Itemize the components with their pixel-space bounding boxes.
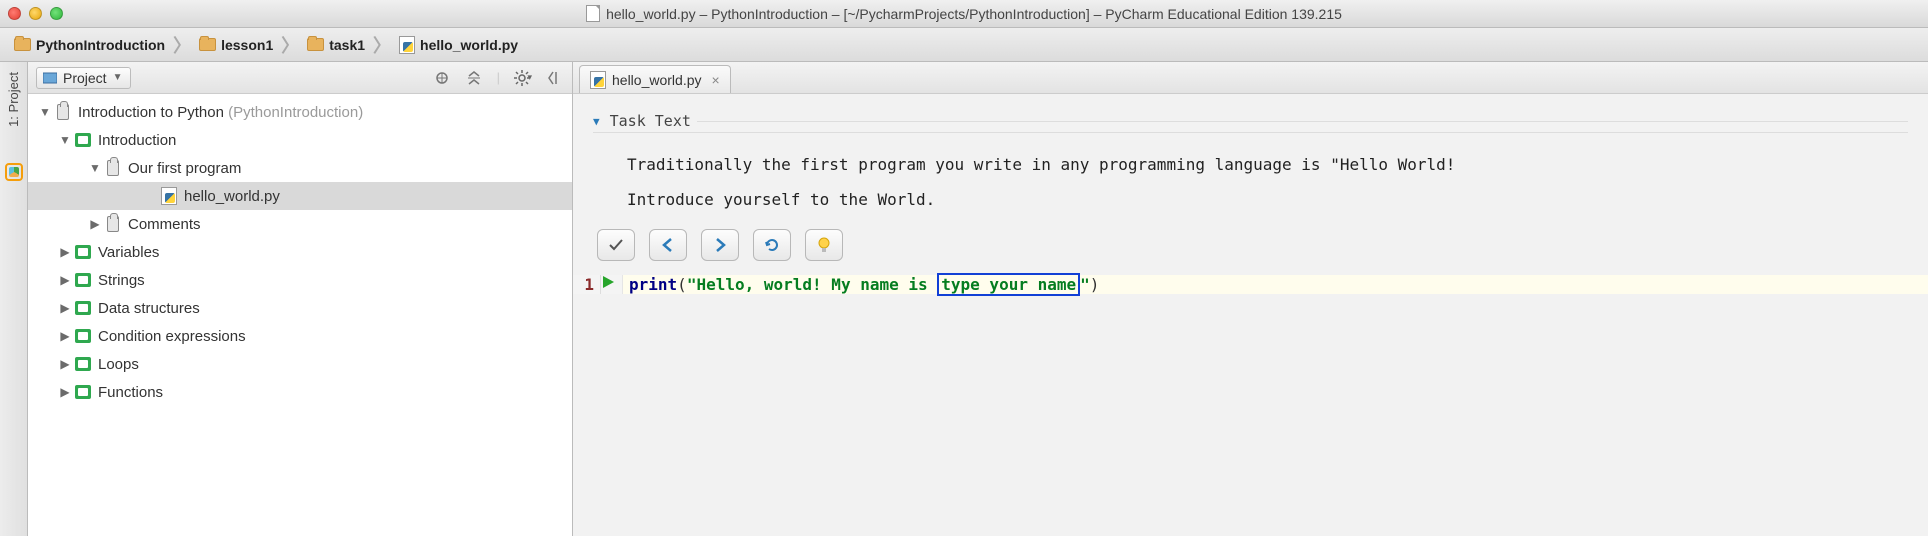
scroll-from-source-button[interactable] xyxy=(433,69,451,87)
run-gutter[interactable] xyxy=(601,275,623,294)
collapse-all-button[interactable] xyxy=(465,69,483,87)
hide-panel-button[interactable] xyxy=(546,69,564,87)
clipboard-icon xyxy=(57,104,69,120)
arrow-right-icon xyxy=(711,236,729,254)
code-editor[interactable]: 1 print("Hello, world! My name is type y… xyxy=(573,275,1928,294)
settings-button[interactable]: ▾ xyxy=(514,69,532,87)
close-window-button[interactable] xyxy=(8,7,21,20)
tree-node-strings[interactable]: ▶ Strings xyxy=(28,266,572,294)
project-panel-toolbar: Project ▼ | ▾ xyxy=(28,62,572,94)
tree-node-comments[interactable]: ▶ Comments xyxy=(28,210,572,238)
task-description: Traditionally the first program you writ… xyxy=(593,147,1908,217)
previous-task-button[interactable] xyxy=(649,229,687,261)
tree-node-data-structures[interactable]: ▶ Data structures xyxy=(28,294,572,322)
zoom-window-button[interactable] xyxy=(50,7,63,20)
folder-icon xyxy=(14,38,31,51)
code-line[interactable]: print("Hello, world! My name is type you… xyxy=(623,275,1928,294)
lesson-icon xyxy=(75,133,91,147)
chevron-right-icon: 〉 xyxy=(281,32,299,58)
tree-node-functions[interactable]: ▶ Functions xyxy=(28,378,572,406)
clipboard-icon xyxy=(107,216,119,232)
breadcrumb-item-lesson[interactable]: lesson1 xyxy=(195,37,277,53)
expand-arrow-icon[interactable]: ▼ xyxy=(38,105,52,119)
project-tool-window-tab[interactable]: 1: Project xyxy=(4,66,23,133)
hint-button[interactable] xyxy=(805,229,843,261)
expand-arrow-icon[interactable]: ▶ xyxy=(58,301,72,315)
chevron-right-icon: 〉 xyxy=(373,32,391,58)
folder-icon xyxy=(307,38,324,51)
tree-node-first-program[interactable]: ▼ Our first program xyxy=(28,154,572,182)
window-controls xyxy=(8,7,63,20)
line-number-gutter: 1 xyxy=(573,275,601,294)
python-file-icon xyxy=(590,71,606,89)
breadcrumb-item-task[interactable]: task1 xyxy=(303,37,369,53)
tree-node-variables[interactable]: ▶ Variables xyxy=(28,238,572,266)
window-title: hello_world.py – PythonIntroduction – [~… xyxy=(606,6,1342,22)
python-file-icon xyxy=(161,187,177,205)
run-icon xyxy=(601,275,615,289)
document-icon xyxy=(586,5,600,22)
expand-arrow-icon[interactable]: ▼ xyxy=(58,133,72,147)
project-tree[interactable]: ▼ Introduction to Python (PythonIntroduc… xyxy=(28,94,572,536)
pycharm-logo-icon[interactable] xyxy=(5,163,23,181)
editor-area: hello_world.py × Task Text Traditionally… xyxy=(573,62,1928,536)
clipboard-icon xyxy=(107,160,119,176)
project-icon xyxy=(43,71,57,85)
check-task-button[interactable] xyxy=(597,229,635,261)
chevron-right-icon: 〉 xyxy=(173,32,191,58)
task-action-bar xyxy=(597,229,1908,261)
chevron-down-icon: ▼ xyxy=(113,72,123,83)
project-panel: Project ▼ | ▾ xyxy=(28,62,573,536)
minimize-window-button[interactable] xyxy=(29,7,42,20)
expand-arrow-icon[interactable]: ▶ xyxy=(58,245,72,259)
refresh-task-button[interactable] xyxy=(753,229,791,261)
check-icon xyxy=(607,236,625,254)
editor-tab-bar: hello_world.py × xyxy=(573,62,1928,94)
lesson-icon xyxy=(75,301,91,315)
tree-node-loops[interactable]: ▶ Loops xyxy=(28,350,572,378)
lesson-icon xyxy=(75,357,91,371)
tree-node-condition-expressions[interactable]: ▶ Condition expressions xyxy=(28,322,572,350)
tree-root[interactable]: ▼ Introduction to Python (PythonIntroduc… xyxy=(28,98,572,126)
breadcrumb: PythonIntroduction 〉 lesson1 〉 task1 〉 h… xyxy=(0,28,1928,62)
expand-arrow-icon[interactable]: ▶ xyxy=(58,385,72,399)
task-text-header[interactable]: Task Text xyxy=(593,112,1908,133)
lesson-icon xyxy=(75,329,91,343)
expand-arrow-icon[interactable]: ▶ xyxy=(58,329,72,343)
task-panel: Task Text Traditionally the first progra… xyxy=(573,94,1928,275)
editor-tab[interactable]: hello_world.py × xyxy=(579,65,731,93)
tree-node-hello-file[interactable]: hello_world.py xyxy=(28,182,572,210)
expand-arrow-icon[interactable]: ▶ xyxy=(58,273,72,287)
expand-arrow-icon[interactable]: ▼ xyxy=(88,161,102,175)
window-titlebar: hello_world.py – PythonIntroduction – [~… xyxy=(0,0,1928,28)
breadcrumb-item-project[interactable]: PythonIntroduction xyxy=(10,37,169,53)
project-view-selector[interactable]: Project ▼ xyxy=(36,67,131,89)
lesson-icon xyxy=(75,273,91,287)
answer-placeholder[interactable]: type your name xyxy=(937,273,1080,296)
breadcrumb-item-file[interactable]: hello_world.py xyxy=(395,36,522,54)
folder-icon xyxy=(199,38,216,51)
expand-arrow-icon[interactable]: ▶ xyxy=(88,217,102,231)
close-tab-button[interactable]: × xyxy=(712,72,720,88)
expand-arrow-icon[interactable]: ▶ xyxy=(58,357,72,371)
refresh-icon xyxy=(763,236,781,254)
arrow-left-icon xyxy=(659,236,677,254)
tree-node-introduction[interactable]: ▼ Introduction xyxy=(28,126,572,154)
tool-window-stripe: 1: Project xyxy=(0,62,28,536)
python-file-icon xyxy=(399,36,415,54)
lesson-icon xyxy=(75,385,91,399)
lightbulb-icon xyxy=(815,236,833,254)
lesson-icon xyxy=(75,245,91,259)
next-task-button[interactable] xyxy=(701,229,739,261)
